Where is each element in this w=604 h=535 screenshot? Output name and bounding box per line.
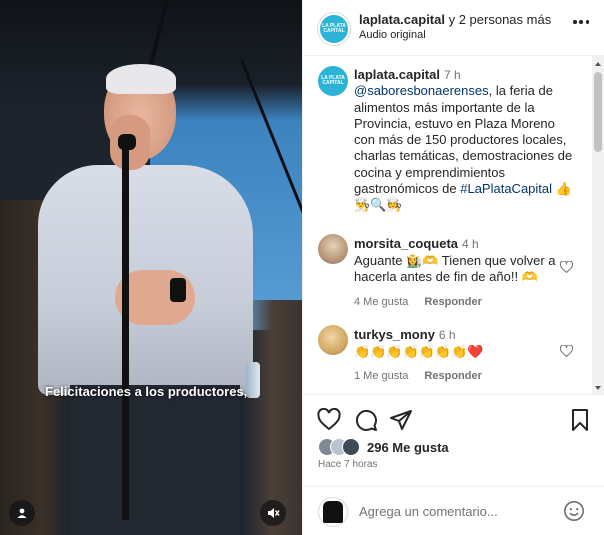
account-logo: LA PLATA CAPITAL	[321, 75, 345, 86]
post-author-avatar[interactable]: LA PLATA CAPITAL	[318, 66, 348, 96]
comment: turkys_mony 6 h 👏👏👏👏👏👏👏❤️ 1 Me gusta Respo…	[354, 327, 569, 385]
thumbs-up-emoji: 👍	[555, 181, 572, 197]
scroll-down-arrow-icon[interactable]	[595, 386, 601, 390]
comment-username[interactable]: turkys_mony	[354, 327, 435, 342]
header-username[interactable]: laplata.capital	[359, 12, 445, 27]
wristwatch	[170, 278, 186, 302]
comment-likes[interactable]: 4 Me gusta	[354, 296, 408, 308]
comment-username[interactable]: morsita_coqueta	[354, 236, 458, 251]
post-caption: laplata.capital 7 h @saboresbonaerenses, …	[354, 67, 574, 214]
comment-text: 👏👏👏👏👏👏👏❤️	[354, 343, 484, 359]
reply-button[interactable]: Responder	[424, 370, 481, 382]
share-send-icon[interactable]	[389, 408, 413, 432]
speaker-pants	[70, 385, 240, 535]
microphone	[118, 134, 136, 150]
user-icon	[17, 508, 27, 518]
heart-icon[interactable]	[560, 261, 573, 273]
water-bottle	[246, 362, 260, 398]
save-bookmark-icon[interactable]	[568, 408, 592, 432]
current-user-avatar	[318, 497, 348, 527]
scroll-up-arrow-icon[interactable]	[595, 62, 601, 66]
post-body: , la feria de alimentos más importante d…	[354, 83, 573, 197]
scrollbar-thumb[interactable]	[594, 72, 602, 152]
comments-scrollbar[interactable]	[592, 56, 604, 394]
more-options-icon[interactable]	[573, 20, 589, 28]
comment-meta: 4 Me gusta Responder	[354, 294, 569, 311]
mute-button[interactable]	[260, 500, 286, 526]
commenter-avatar[interactable]	[318, 325, 348, 355]
account-avatar[interactable]: LA PLATA CAPITAL	[318, 13, 350, 45]
comment-composer: Agrega un comentario...	[303, 486, 604, 535]
post-username[interactable]: laplata.capital	[354, 67, 440, 82]
emoji-picker-icon[interactable]	[563, 500, 585, 522]
hashtag-link[interactable]: #LaPlataCapital	[460, 181, 552, 196]
post-timestamp: Hace 7 horas	[318, 459, 378, 470]
comment: morsita_coqueta 4 h Aguante 👩‍🌾🫶 Tienen q…	[354, 236, 569, 310]
reel-video[interactable]: Felicitaciones a los productores,	[0, 0, 302, 535]
header-title: laplata.capital y 2 personas más	[359, 12, 551, 27]
account-logo: LA PLATA CAPITAL	[322, 23, 346, 34]
microphone-stand	[122, 140, 129, 520]
speaker-muted-icon	[268, 508, 280, 518]
speaker-hair	[106, 64, 176, 94]
video-caption: Felicitaciones a los productores,	[45, 384, 248, 399]
like-heart-icon[interactable]	[317, 408, 341, 432]
header-collaborators[interactable]: y 2 personas más	[445, 12, 552, 27]
comment-time[interactable]: 6 h	[439, 328, 456, 342]
likers-avatars[interactable]	[318, 438, 364, 458]
tagged-users-button[interactable]	[9, 500, 35, 526]
likes-count[interactable]: 296 Me gusta	[367, 440, 449, 455]
commenter-avatar[interactable]	[318, 234, 348, 264]
post-time[interactable]: 7 h	[444, 68, 461, 82]
emoji-line: 👨‍🍳🔍🧑‍🍳	[354, 197, 403, 213]
heart-icon[interactable]	[560, 345, 573, 357]
comment-icon[interactable]	[354, 408, 378, 432]
reply-button[interactable]: Responder	[424, 296, 481, 308]
comment-meta: 1 Me gusta Responder	[354, 368, 569, 385]
comments-section: LA PLATA CAPITAL laplata.capital 7 h @sab…	[303, 56, 604, 394]
post-header: LA PLATA CAPITAL laplata.capital y 2 per…	[303, 0, 604, 56]
comment-text: Aguante 👩‍🌾🫶 Tienen que volver a hacerla…	[354, 252, 556, 285]
comment-time[interactable]: 4 h	[462, 237, 479, 251]
mention-link[interactable]: @saboresbonaerenses	[354, 83, 489, 98]
post-panel: LA PLATA CAPITAL laplata.capital y 2 per…	[302, 0, 604, 535]
audio-link[interactable]: Audio original	[359, 29, 426, 41]
comment-input[interactable]: Agrega un comentario...	[359, 504, 498, 519]
post-actions: 296 Me gusta Hace 7 horas	[303, 394, 604, 486]
comment-likes[interactable]: 1 Me gusta	[354, 370, 408, 382]
